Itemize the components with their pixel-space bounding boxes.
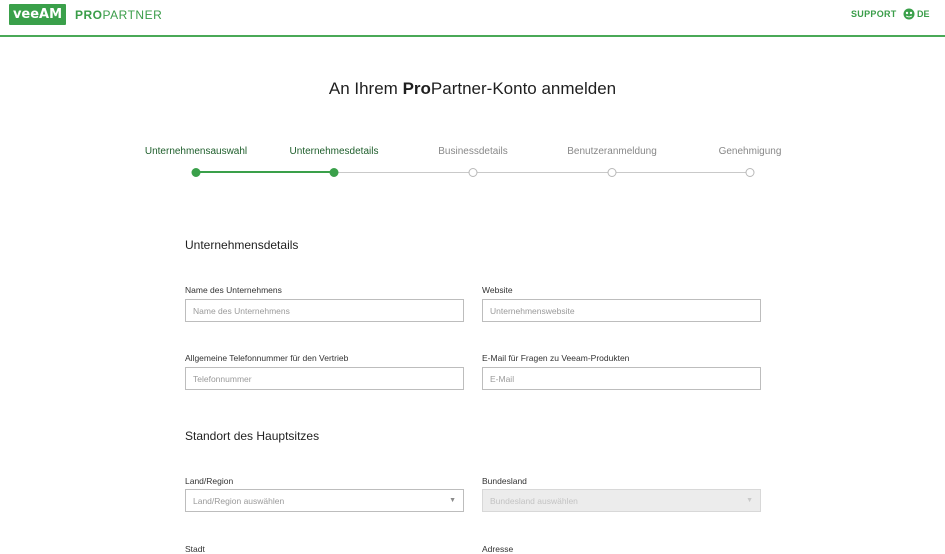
language-label: DE bbox=[917, 9, 930, 19]
chevron-down-icon: ▼ bbox=[449, 497, 456, 504]
title-suffix: Partner-Konto anmelden bbox=[430, 79, 617, 98]
language-selector[interactable]: DE bbox=[903, 7, 930, 21]
address-label: Adresse bbox=[482, 544, 514, 554]
step-dot-completed[interactable] bbox=[191, 168, 201, 177]
stepper-track-remaining bbox=[334, 172, 750, 173]
brand-partner: PARTNER bbox=[102, 8, 163, 22]
state-select-value: Bundesland auswählen bbox=[490, 495, 578, 506]
title-bold: Pro bbox=[402, 79, 431, 98]
step-label-unternehmensauswahl[interactable]: Unternehmensauswahl bbox=[145, 146, 247, 157]
propartner-brand: PROPARTNER bbox=[75, 8, 162, 23]
globe-icon bbox=[903, 8, 915, 20]
phone-label: Allgemeine Telefonnummer für den Vertrie… bbox=[185, 353, 349, 363]
step-dot-pending bbox=[468, 168, 478, 177]
chevron-down-icon: ▼ bbox=[746, 497, 753, 504]
step-label-benutzeranmeldung: Benutzeranmeldung bbox=[567, 146, 657, 157]
email-input[interactable] bbox=[482, 367, 761, 390]
state-label: Bundesland bbox=[482, 476, 527, 486]
phone-input[interactable] bbox=[185, 367, 464, 390]
company-name-input[interactable] bbox=[185, 299, 464, 322]
email-label: E-Mail für Fragen zu Veeam-Produkten bbox=[482, 353, 630, 363]
company-name-label: Name des Unternehmens bbox=[185, 285, 282, 295]
country-select[interactable]: Land/Region auswählen ▼ bbox=[185, 489, 464, 512]
title-prefix: An Ihrem bbox=[328, 79, 403, 98]
step-dot-pending bbox=[607, 168, 617, 177]
stepper-track-completed bbox=[196, 171, 334, 173]
top-header: veeAM PROPARTNER SUPPORT DE bbox=[0, 0, 945, 37]
support-link[interactable]: SUPPORT bbox=[851, 9, 897, 19]
website-input[interactable] bbox=[482, 299, 761, 322]
city-label: Stadt bbox=[185, 544, 205, 554]
section-title-hq-location: Standort des Hauptsitzes bbox=[185, 429, 320, 443]
country-select-value: Land/Region auswählen bbox=[193, 495, 285, 506]
veeam-logo[interactable]: veeAM bbox=[9, 4, 66, 25]
state-select: Bundesland auswählen ▼ bbox=[482, 489, 761, 512]
step-dot-current bbox=[329, 168, 339, 177]
step-dot-pending bbox=[745, 168, 755, 177]
step-label-unternehmesdetails: Unternehmesdetails bbox=[289, 146, 379, 157]
step-label-genehmigung: Genehmigung bbox=[718, 146, 782, 157]
brand-pro: PRO bbox=[75, 8, 103, 22]
website-label: Website bbox=[482, 285, 513, 295]
section-title-company-details: Unternehmensdetails bbox=[185, 238, 299, 252]
step-label-businessdetails: Businessdetails bbox=[438, 146, 508, 157]
country-label: Land/Region bbox=[185, 476, 234, 486]
page-title: An Ihrem ProPartner-Konto anmelden bbox=[0, 79, 945, 99]
